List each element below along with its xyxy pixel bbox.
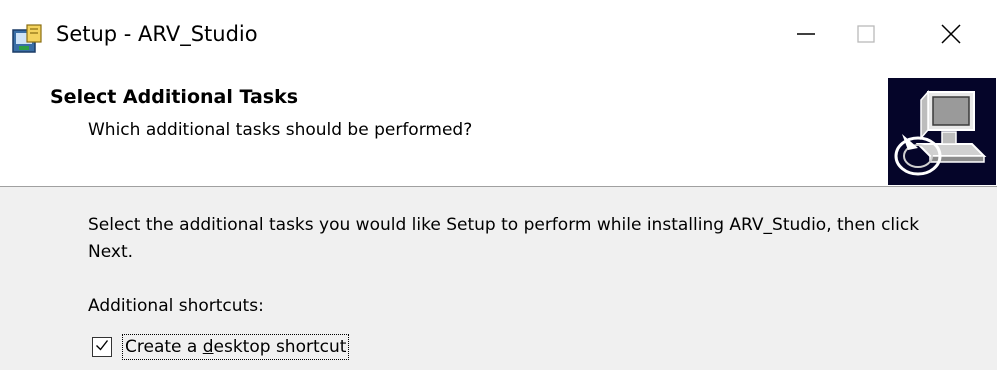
checkbox-label[interactable]: Create a desktop shortcut	[122, 334, 350, 360]
checkbox[interactable]	[92, 337, 112, 357]
label-part-2: esktop shortcut	[213, 337, 347, 357]
computer-install-icon	[888, 78, 996, 185]
wizard-header: Select Additional Tasks Which additional…	[0, 78, 997, 187]
label-accelerator: d	[202, 337, 214, 357]
setup-window: Setup - ARV_Studio Select Additional Tas…	[0, 0, 997, 370]
installer-box-icon	[10, 22, 44, 56]
maximize-button[interactable]	[820, 0, 912, 72]
task-create-desktop-shortcut[interactable]: Create a desktop shortcut	[92, 332, 350, 362]
page-title: Select Additional Tasks	[50, 86, 299, 108]
label-part-1: Create a	[125, 337, 203, 357]
close-icon	[939, 22, 963, 50]
minimize-icon	[795, 23, 817, 49]
window-title: Setup - ARV_Studio	[56, 22, 258, 46]
page-subtitle: Which additional tasks should be perform…	[88, 120, 473, 140]
title-bar[interactable]: Setup - ARV_Studio	[0, 0, 997, 78]
close-button[interactable]	[905, 0, 997, 72]
maximize-icon	[855, 23, 877, 49]
checkmark-icon	[94, 337, 110, 357]
instruction-text: Select the additional tasks you would li…	[88, 215, 920, 262]
additional-shortcuts-label: Additional shortcuts:	[88, 296, 264, 316]
